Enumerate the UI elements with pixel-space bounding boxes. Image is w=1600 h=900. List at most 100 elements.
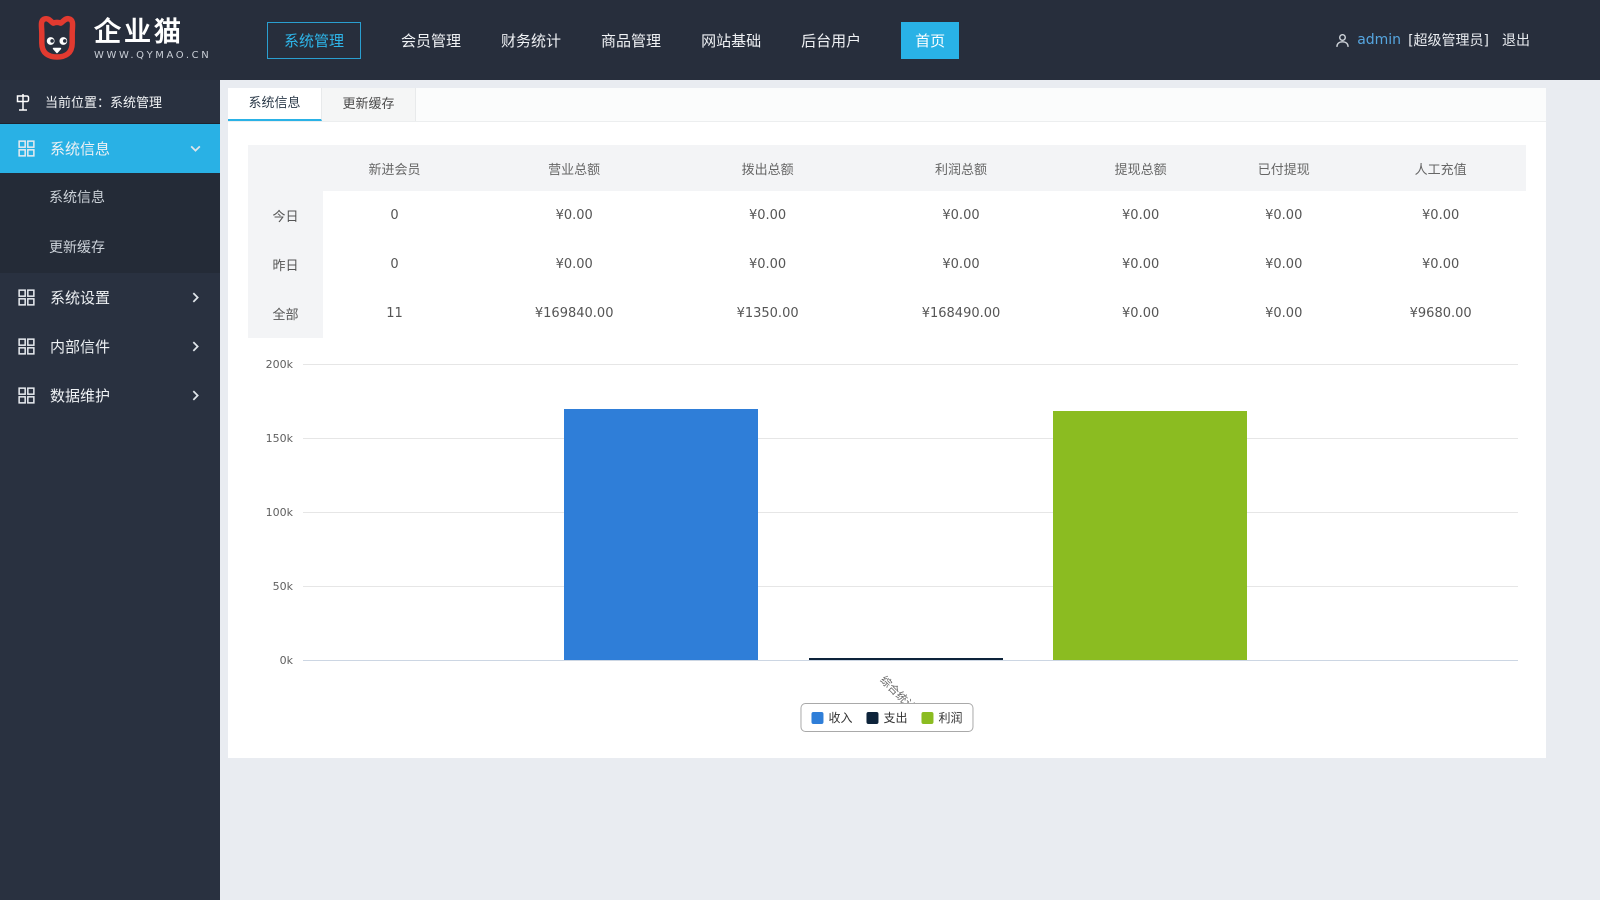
table-corner [248,145,323,191]
column-header: 新进会员 [323,145,466,191]
nav-item-member-management[interactable]: 会员管理 [401,22,461,59]
tab-system-info[interactable]: 系统信息 [228,88,322,121]
chart-legend: 收入 支出 利润 [800,703,973,732]
tab-bar: 系统信息更新缓存 [228,88,1546,122]
bar-profit[interactable] [1053,411,1247,660]
table-row: 今日0¥0.00¥0.00¥0.00¥0.00¥0.00¥0.00 [248,191,1526,240]
grid-icon [18,387,35,404]
user-name[interactable]: admin [1357,32,1401,48]
brand-url: WWW.QYMAO.CN [94,50,211,61]
brand-logo[interactable]: 企业猫 WWW.QYMAO.CN [30,11,225,69]
sidebar-subitem-update-cache-sub[interactable]: 更新缓存 [0,223,220,273]
column-header: 利润总额 [853,145,1069,191]
main-area: 系统信息更新缓存 新进会员营业总额拨出总额利润总额提现总额已付提现人工充值 今日… [220,80,1600,900]
row-label: 今日 [248,191,323,240]
cat-logo-icon [30,11,84,69]
signpost-icon [13,92,33,112]
legend-item-income[interactable]: 收入 [811,709,852,726]
sidebar-item-label: 系统信息 [50,138,110,159]
table-cell: ¥0.00 [1069,289,1212,338]
table-cell: ¥0.00 [466,240,682,289]
sidebar-item-label: 内部信件 [50,336,110,357]
y-axis-tick-label: 100k [248,506,293,519]
sidebar-item-label: 系统设置 [50,287,110,308]
table-cell: ¥0.00 [1355,240,1526,289]
logout-link[interactable]: 退出 [1502,30,1530,50]
chevron-right-icon [189,340,202,353]
user-icon [1335,33,1350,48]
table-cell: ¥0.00 [682,240,853,289]
sidebar-item-data-maintenance[interactable]: 数据维护 [0,371,220,420]
legend-label: 支出 [883,709,907,726]
stats-header-row: 新进会员营业总额拨出总额利润总额提现总额已付提现人工充值 [248,145,1526,191]
tab-update-cache[interactable]: 更新缓存 [322,88,416,121]
nav-item-product-management[interactable]: 商品管理 [601,22,661,59]
grid-icon [18,289,35,306]
table-cell: ¥0.00 [853,240,1069,289]
row-label: 昨日 [248,240,323,289]
grid-icon [18,140,35,157]
table-cell: ¥0.00 [1212,191,1355,240]
sidebar-item-internal-mail[interactable]: 内部信件 [0,322,220,371]
breadcrumb-label: 当前位置：系统管理 [45,92,162,111]
table-cell: ¥0.00 [1069,191,1212,240]
bar-income[interactable] [564,409,758,660]
nav-item-website-basic[interactable]: 网站基础 [701,22,761,59]
y-axis-tick-label: 150k [248,432,293,445]
breadcrumb: 当前位置：系统管理 [0,80,220,124]
sidebar: 当前位置：系统管理 系统信息系统信息更新缓存系统设置内部信件数据维护 [0,80,220,900]
user-area: admin [超级管理员] 退出 [1335,30,1530,50]
legend-swatch [811,712,823,724]
table-cell: ¥0.00 [853,191,1069,240]
sidebar-subitem-system-info-sub[interactable]: 系统信息 [0,173,220,223]
table-row: 全部11¥169840.00¥1350.00¥168490.00¥0.00¥0.… [248,289,1526,338]
y-axis-tick-label: 50k [248,580,293,593]
legend-label: 收入 [828,709,852,726]
sidebar-item-system-settings[interactable]: 系统设置 [0,273,220,322]
nav-item-finance-statistics[interactable]: 财务统计 [501,22,561,59]
column-header: 拨出总额 [682,145,853,191]
legend-item-profit[interactable]: 利润 [922,709,963,726]
nav-item-backend-users[interactable]: 后台用户 [801,22,861,59]
legend-label: 利润 [939,709,963,726]
user-role: [超级管理员] [1408,30,1489,50]
table-cell: ¥0.00 [1069,240,1212,289]
nav-item-home[interactable]: 首页 [901,22,959,59]
row-label: 全部 [248,289,323,338]
table-cell: ¥1350.00 [682,289,853,338]
column-header: 人工充值 [1355,145,1526,191]
nav-menu: 系统管理 会员管理 财务统计 商品管理 网站基础 后台用户 首页 [267,22,959,59]
table-cell: ¥0.00 [682,191,853,240]
table-cell: ¥168490.00 [853,289,1069,338]
nav-item-system-management[interactable]: 系统管理 [267,22,361,59]
summary-chart: 200k150k100k50k0k综合统计收入支出利润 [248,352,1526,747]
legend-swatch [866,712,878,724]
column-header: 已付提现 [1212,145,1355,191]
y-axis-tick-label: 0k [248,654,293,667]
y-gridline [303,660,1518,661]
column-header: 提现总额 [1069,145,1212,191]
table-row: 昨日0¥0.00¥0.00¥0.00¥0.00¥0.00¥0.00 [248,240,1526,289]
chevron-right-icon [189,291,202,304]
sidebar-menu: 系统信息系统信息更新缓存系统设置内部信件数据维护 [0,124,220,420]
top-navbar: 企业猫 WWW.QYMAO.CN 系统管理 会员管理 财务统计 商品管理 网站基础 后台用… [0,0,1600,80]
stats-body: 今日0¥0.00¥0.00¥0.00¥0.00¥0.00¥0.00昨日0¥0.0… [248,191,1526,338]
column-header: 营业总额 [466,145,682,191]
sidebar-submenu: 系统信息更新缓存 [0,173,220,273]
table-cell: 0 [323,191,466,240]
y-axis-tick-label: 200k [248,358,293,371]
legend-swatch [922,712,934,724]
table-cell: ¥9680.00 [1355,289,1526,338]
sidebar-item-system-info[interactable]: 系统信息 [0,124,220,173]
table-cell: ¥169840.00 [466,289,682,338]
chevron-down-icon [189,142,202,155]
brand-name: 企业猫 [94,19,211,47]
table-cell: ¥0.00 [1212,240,1355,289]
table-cell: ¥0.00 [1355,191,1526,240]
content-panel: 系统信息更新缓存 新进会员营业总额拨出总额利润总额提现总额已付提现人工充值 今日… [228,88,1546,758]
legend-item-expense[interactable]: 支出 [866,709,907,726]
bar-expense[interactable] [809,658,1003,660]
y-gridline [303,512,1518,513]
table-cell: 0 [323,240,466,289]
table-cell: ¥0.00 [1212,289,1355,338]
